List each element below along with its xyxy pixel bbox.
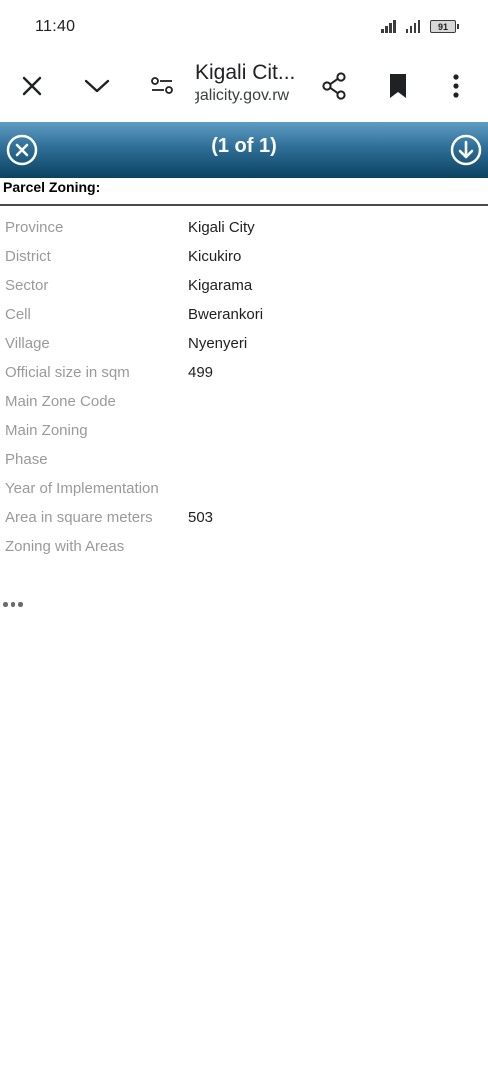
browser-toolbar: Kigali Cit... galicity.gov.rw — [0, 56, 488, 122]
divider — [0, 204, 488, 206]
table-row: Year of Implementation — [0, 474, 488, 503]
table-row: Area in square meters 503 — [0, 503, 488, 532]
attribute-label: Official size in sqm — [5, 364, 130, 381]
attribute-value: Kigali City — [188, 219, 255, 236]
table-row: Official size in sqm 499 — [0, 358, 488, 387]
attribute-label: Phase — [5, 451, 48, 468]
table-row: District Kicukiro — [0, 242, 488, 271]
attribute-label: Main Zoning — [5, 422, 88, 439]
attribute-value: Kicukiro — [188, 248, 242, 265]
share-icon[interactable] — [314, 66, 354, 106]
more-actions-icon[interactable] — [3, 602, 23, 607]
attribute-label: Village — [5, 335, 50, 352]
attribute-value: 503 — [188, 509, 214, 526]
attribute-value: Kigarama — [188, 277, 253, 294]
download-arrow-icon[interactable] — [450, 134, 482, 166]
status-time: 11:40 — [35, 18, 76, 35]
attribute-label: District — [5, 248, 51, 265]
more-vert-icon[interactable] — [436, 66, 476, 106]
attribute-label: Zoning with Areas — [5, 538, 125, 555]
signal-icon — [405, 19, 420, 33]
battery-icon: 91 — [430, 20, 459, 33]
url-block[interactable]: Kigali Cit... galicity.gov.rw — [195, 60, 310, 106]
table-row: Village Nyenyeri — [0, 329, 488, 358]
table-row: Sector Kigarama — [0, 271, 488, 300]
chevron-down-icon[interactable] — [77, 66, 117, 106]
table-row: Cell Bwerankori — [0, 300, 488, 329]
signal-icon — [381, 19, 396, 33]
popup-count: (1 of 1) — [211, 135, 277, 157]
attribute-table: Province Kigali City District Kicukiro S… — [0, 213, 488, 561]
section-title: Parcel Zoning: — [3, 179, 101, 195]
status-bar: 11:40 91 — [0, 0, 488, 56]
attribute-label: Year of Implementation — [5, 480, 159, 497]
table-row: Main Zone Code — [0, 387, 488, 416]
popup-header: (1 of 1) — [0, 122, 488, 178]
attribute-value: Bwerankori — [188, 306, 264, 323]
table-row: Province Kigali City — [0, 213, 488, 242]
page-title: Kigali Cit... — [195, 61, 296, 84]
page-domain: galicity.gov.rw — [195, 87, 290, 104]
attribute-label: Cell — [5, 306, 31, 323]
attribute-label: Province — [5, 219, 64, 236]
table-row: Phase — [0, 445, 488, 474]
attribute-label: Area in square meters — [5, 509, 153, 526]
page-controls-icon[interactable] — [142, 66, 182, 106]
attribute-label: Main Zone Code — [5, 393, 116, 410]
attribute-value: Nyenyeri — [188, 335, 248, 352]
attribute-label: Sector — [5, 277, 49, 294]
close-icon[interactable] — [12, 66, 52, 106]
battery-level: 91 — [437, 21, 448, 32]
table-row: Main Zoning — [0, 416, 488, 445]
status-icons: 91 — [381, 19, 459, 33]
bookmark-icon[interactable] — [378, 66, 418, 106]
table-row: Zoning with Areas — [0, 532, 488, 561]
attribute-value: 499 — [188, 364, 214, 381]
